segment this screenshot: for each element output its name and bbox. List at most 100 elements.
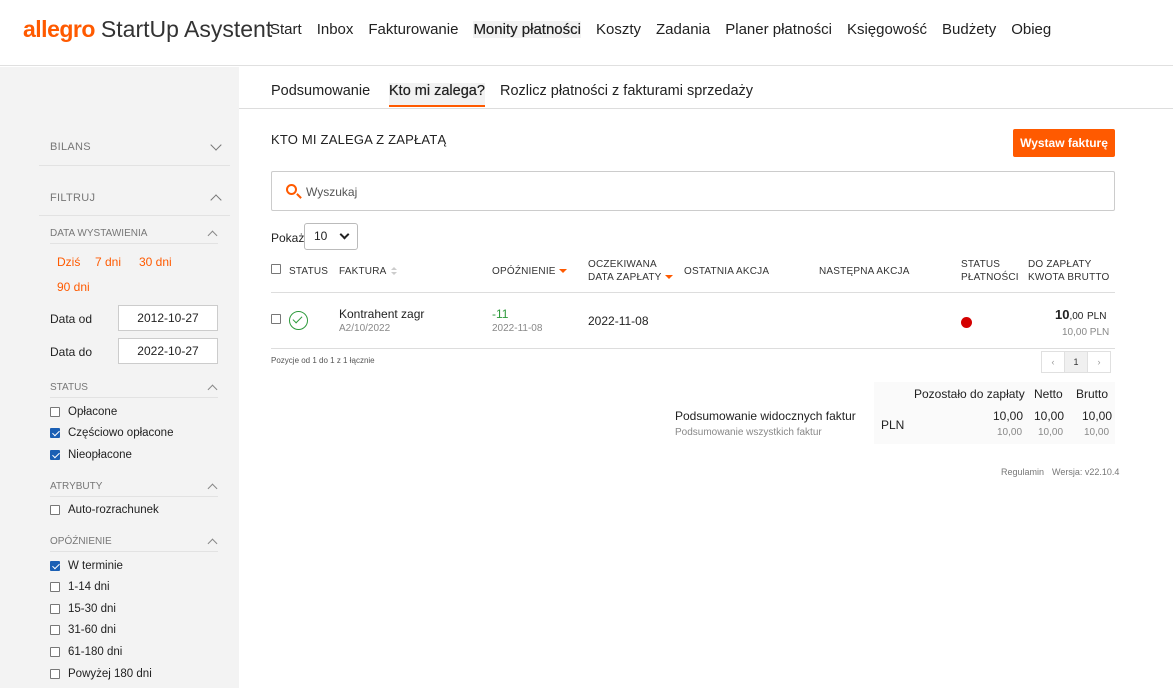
date-from-label: Data od [50,312,93,326]
page-title: KTO MI ZALEGA Z ZAPŁATĄ [271,132,447,147]
filter-auto-settlement[interactable]: Auto-rozrachunek [50,504,159,516]
col-header-opoznienie[interactable]: OPÓŹNIENIE [492,265,567,278]
summary-all-net: 10,00 [1038,427,1064,438]
checkbox[interactable] [50,450,60,460]
filter-status-partially-paid[interactable]: Częściowo opłacone [50,427,173,439]
summary-visible-net: 10,00 [1034,409,1065,423]
row-amount-currency: PLN [1087,311,1107,322]
col-header-payment-status-line2: PŁATNOŚCI [961,272,1019,283]
top-bar: allegro StartUp Asystent Start Inbox Fakt… [0,0,1173,66]
date-section-heading: DATA WYSTAWIENIA [50,228,148,239]
row-checkbox[interactable] [271,314,281,324]
checkbox[interactable] [50,505,60,515]
delay-section-toggle[interactable]: OPÓŹNIENIE [50,536,218,552]
col-header-faktura-label: FAKTURA [339,266,387,277]
filter-status-unpaid[interactable]: Nieopłacone [50,449,132,461]
summary-all-label: Podsumowanie wszystkich faktur [675,427,822,438]
date-section-toggle[interactable]: DATA WYSTAWIENIA [50,228,218,244]
tab-podsumowanie[interactable]: Podsumowanie [271,83,370,99]
filter-delay-31-60[interactable]: 31-60 dni [50,624,116,636]
filter-label: 61-180 dni [68,646,123,658]
app-logo[interactable]: allegro StartUp Asystent [23,16,272,43]
checkbox[interactable] [50,428,60,438]
sort-icon [390,267,397,276]
date-from-input[interactable]: 2012-10-27 [118,305,218,331]
filtruj-heading: FILTRUJ [50,192,96,204]
summary-col-gross: Brutto [1076,387,1109,401]
search-input[interactable]: Wyszukaj [271,171,1115,211]
nav-start[interactable]: Start [270,21,302,38]
summary-col-net: Netto [1034,387,1063,401]
summary-all-gross: 10,00 [1084,427,1110,438]
checkbox[interactable] [50,582,60,592]
checkbox[interactable] [50,625,60,635]
pagination-next-button[interactable]: › [1087,351,1111,373]
checkbox[interactable] [50,407,60,417]
page-size-label: Pokaż [271,231,305,245]
status-section-toggle[interactable]: STATUS [50,382,218,398]
quick-range-7-days[interactable]: 7 dni [95,255,121,269]
col-header-opoznienie-label: OPÓŹNIENIE [492,266,556,277]
chevron-up-icon [207,230,218,241]
pagination: ‹ 1 › [1041,351,1111,373]
row-delay: -11 [492,307,509,321]
nav-monity-platnosci[interactable]: Monity płatności [473,21,581,38]
filter-delay-15-30[interactable]: 15-30 dni [50,603,116,615]
payment-status-dot [961,317,972,328]
filtruj-section-toggle[interactable]: FILTRUJ [39,188,230,216]
delay-section-heading: OPÓŹNIENIE [50,536,112,547]
filter-status-paid[interactable]: Opłacone [50,406,117,418]
nav-ksiegowosc[interactable]: Księgowość [847,21,927,38]
page-size-value: 10 [314,229,328,243]
page-size-select[interactable]: 10 [304,223,358,250]
nav-koszty[interactable]: Koszty [596,21,641,38]
filter-label: 1-14 dni [68,581,110,593]
app-name: StartUp Asystent [100,16,273,42]
checkbox[interactable] [50,647,60,657]
main-nav: Start Inbox Fakturowanie Monity płatnośc… [270,21,1066,38]
col-header-expected-line2: DATA ZAPŁATY [588,272,662,283]
select-all-checkbox[interactable] [271,264,281,274]
attributes-section-heading: ATRYBUTY [50,481,103,492]
date-to-input[interactable]: 2022-10-27 [118,338,218,364]
summary-all-remaining: 10,00 [997,427,1023,438]
quick-range-30-days[interactable]: 30 dni [139,255,172,269]
bilans-heading: BILANS [50,141,91,153]
filter-delay-1-14[interactable]: 1-14 dni [50,581,110,593]
status-section-heading: STATUS [50,382,88,393]
chevron-up-icon [207,483,218,494]
summary-col-remaining: Pozostało do zapłaty [914,387,1025,401]
nav-budzety[interactable]: Budżety [942,21,996,38]
tab-kto-mi-zalega[interactable]: Kto mi zalega? [389,83,485,107]
quick-range-90-days[interactable]: 90 dni [57,280,90,294]
row-contractor[interactable]: Kontrahent zagr [339,307,424,321]
filter-delay-over-180[interactable]: Powyżej 180 dni [50,668,152,680]
nav-obieg[interactable]: Obieg [1011,21,1051,38]
nav-planer-platnosci[interactable]: Planer płatności [725,21,832,38]
filter-delay-61-180[interactable]: 61-180 dni [50,646,122,658]
col-header-faktura[interactable]: FAKTURA [339,265,397,278]
filter-delay-on-time[interactable]: W terminie [50,560,123,572]
summary-currency: PLN [881,418,905,432]
attributes-section-toggle[interactable]: ATRYBUTY [50,481,218,497]
checkbox[interactable] [50,561,60,571]
terms-link[interactable]: Regulamin [1001,467,1044,477]
pagination-prev-button[interactable]: ‹ [1041,351,1065,373]
new-invoice-button[interactable]: Wystaw fakturę [1013,129,1115,157]
col-header-payment-status: STATUS PŁATNOŚCI [961,258,1019,284]
nav-zadania[interactable]: Zadania [656,21,710,38]
nav-inbox[interactable]: Inbox [317,21,354,38]
checkbox[interactable] [50,604,60,614]
row-invoice-number: A2/10/2022 [339,323,391,334]
col-header-expected-date[interactable]: OCZEKIWANA DATA ZAPŁATY [588,258,673,284]
col-header-to-pay: DO ZAPŁATY KWOTA BRUTTO [1028,258,1109,284]
bilans-section-toggle[interactable]: BILANS [39,137,230,166]
nav-fakturowanie[interactable]: Fakturowanie [368,21,458,38]
checkbox[interactable] [50,669,60,679]
pagination-page-1[interactable]: 1 [1064,351,1088,373]
filter-label: Opłacone [68,406,118,418]
quick-range-today[interactable]: Dziś [57,255,80,269]
search-icon [286,184,297,195]
tab-rozlicz-platnosci[interactable]: Rozlicz płatności z fakturami sprzedaży [500,83,753,99]
sort-desc-icon [664,275,673,280]
